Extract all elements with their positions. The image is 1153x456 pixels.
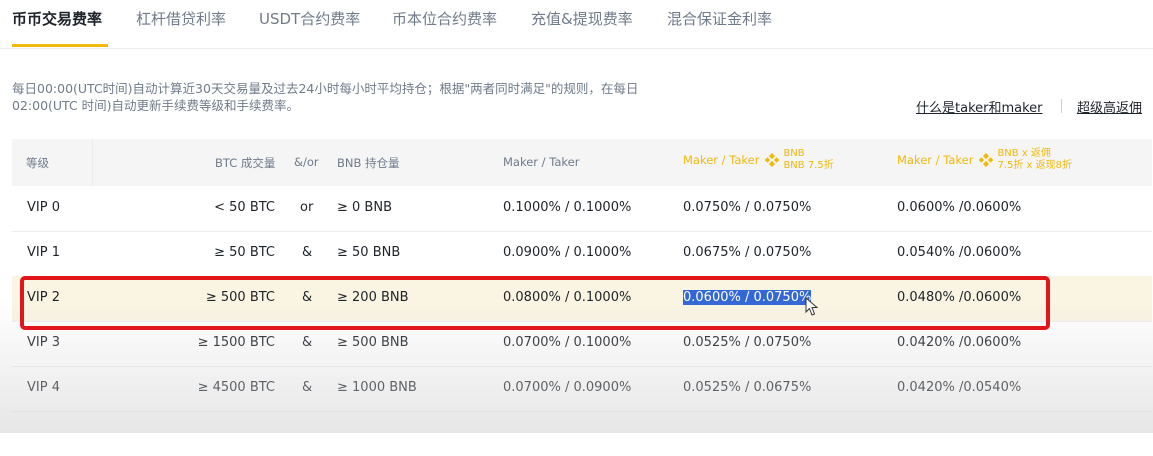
- tab-coin-futures-fee[interactable]: 币本位合约费率: [392, 8, 497, 29]
- row-maker-taker-rebate: 0.0600% /0.0600%: [897, 200, 1022, 215]
- header-rebate-discount: BNB x 返佣 7.5折 x 返现8折: [997, 148, 1072, 172]
- link-divider: [1061, 99, 1062, 113]
- header-maker-taker-bnb: Maker / Taker BNB BNB 7.5折: [683, 148, 834, 172]
- row-maker-taker-bnb: 0.0750% / 0.0750%: [683, 200, 812, 215]
- row-maker-taker: 0.0700% / 0.1000%: [503, 335, 632, 350]
- row-level: VIP 4: [27, 380, 60, 395]
- row-btc-volume: ≥ 4500 BTC: [197, 380, 275, 395]
- row-bnb-balance: ≥ 200 BNB: [337, 290, 409, 305]
- header-maker-taker-bnb-label: Maker / Taker: [683, 153, 760, 167]
- fee-description: 每日00:00(UTC时间)自动计算近30天交易量及过去24小时每小时平均持仓；…: [12, 80, 732, 114]
- row-bnb-balance: ≥ 1000 BNB: [337, 380, 417, 395]
- row-level: VIP 1: [27, 245, 60, 260]
- taker-maker-link[interactable]: 什么是taker和maker: [916, 97, 1043, 116]
- table-row-vip2: VIP 2 ≥ 500 BTC & ≥ 200 BNB 0.0800% / 0.…: [12, 276, 1152, 322]
- tab-spot-trading-fee[interactable]: 币币交易费率: [12, 8, 102, 29]
- row-operator: or: [300, 200, 314, 215]
- row-maker-taker-bnb: 0.0525% / 0.0675%: [683, 380, 812, 395]
- header-level: 等级: [26, 156, 49, 170]
- mouse-cursor-icon: [805, 297, 819, 316]
- row-operator: &: [302, 245, 313, 260]
- bnb-coin-icon: [765, 153, 780, 167]
- description-line-1: 每日00:00(UTC时间)自动计算近30天交易量及过去24小时每小时平均持仓；…: [12, 81, 639, 96]
- row-level: VIP 0: [27, 200, 60, 215]
- row-maker-taker: 0.0900% / 0.1000%: [503, 245, 632, 260]
- row-level: VIP 2: [27, 290, 60, 305]
- header-divider: [92, 139, 93, 186]
- header-bnb-discount: BNB BNB 7.5折: [783, 148, 833, 172]
- row-maker-taker-rebate: 0.0540% /0.0600%: [897, 245, 1022, 260]
- header-maker-taker-rebate: Maker / Taker BNB x 返佣 7.5折 x 返现8折: [897, 148, 1072, 172]
- row-bnb-balance: ≥ 50 BNB: [337, 245, 401, 260]
- row-maker-taker-rebate: 0.0480% /0.0600%: [897, 290, 1022, 305]
- header-btc-volume: BTC 成交量: [215, 156, 276, 170]
- table-row-vip1: VIP 1 ≥ 50 BTC & ≥ 50 BNB 0.0900% / 0.10…: [12, 231, 1152, 277]
- row-maker-taker-bnb: 0.0675% / 0.0750%: [683, 245, 812, 260]
- row-btc-volume: ≥ 500 BTC: [205, 290, 275, 305]
- table-row-vip4: VIP 4 ≥ 4500 BTC & ≥ 1000 BNB 0.0700% / …: [12, 366, 1152, 412]
- row-maker-taker: 0.1000% / 0.1000%: [503, 200, 632, 215]
- row-bnb-balance: ≥ 500 BNB: [337, 335, 409, 350]
- row-maker-taker-rebate: 0.0420% /0.0540%: [897, 380, 1022, 395]
- row-btc-volume: < 50 BTC: [214, 200, 275, 215]
- row-operator: &: [302, 335, 313, 350]
- header-maker-taker: Maker / Taker: [503, 155, 580, 169]
- table-row-partial: [12, 411, 1152, 456]
- row-maker-taker: 0.0800% / 0.1000%: [503, 290, 632, 305]
- fee-tabs: 币币交易费率 杠杆借贷利率 USDT合约费率 币本位合约费率 充值&提现费率 混…: [0, 0, 1153, 49]
- active-tab-indicator: [12, 44, 108, 47]
- tab-usdt-futures-fee[interactable]: USDT合约费率: [259, 8, 360, 29]
- table-row-vip3: VIP 3 ≥ 1500 BTC & ≥ 500 BNB 0.0700% / 0…: [12, 321, 1152, 367]
- table-row-vip0: VIP 0 < 50 BTC or ≥ 0 BNB 0.1000% / 0.10…: [12, 186, 1152, 232]
- tab-margin-borrow-rate[interactable]: 杠杆借贷利率: [136, 8, 226, 29]
- row-btc-volume: ≥ 1500 BTC: [197, 335, 275, 350]
- header-andor: &/or: [294, 155, 319, 169]
- row-btc-volume: ≥ 50 BTC: [214, 245, 275, 260]
- header-bnb-balance: BNB 持仓量: [337, 156, 400, 170]
- row-maker-taker: 0.0700% / 0.0900%: [503, 380, 632, 395]
- row-maker-taker-bnb-selected[interactable]: 0.0600% / 0.0750%: [683, 290, 812, 305]
- tab-deposit-withdraw-fee[interactable]: 充值&提现费率: [531, 8, 633, 29]
- bnb-coin-icon: [979, 153, 994, 167]
- bnb-discount-line-2: BNB 7.5折: [783, 160, 834, 171]
- rebate-discount-line-2: 7.5折 x 返现8折: [997, 160, 1072, 171]
- advanced-rebate-link[interactable]: 超级高返佣: [1077, 97, 1142, 116]
- row-level: VIP 3: [27, 335, 60, 350]
- tab-portfolio-margin-rate[interactable]: 混合保证金利率: [667, 8, 772, 29]
- row-maker-taker-rebate: 0.0420% /0.0600%: [897, 335, 1022, 350]
- bnb-discount-line-1: BNB: [783, 148, 805, 159]
- row-operator: &: [302, 380, 313, 395]
- header-maker-taker-rebate-label: Maker / Taker: [897, 153, 974, 167]
- description-line-2: 02:00(UTC 时间)自动更新手续费等级和手续费率。: [12, 98, 300, 113]
- row-bnb-balance: ≥ 0 BNB: [337, 200, 392, 215]
- fee-table-header: 等级 BTC 成交量 &/or BNB 持仓量 Maker / Taker Ma…: [12, 139, 1152, 186]
- row-maker-taker-bnb: 0.0525% / 0.0750%: [683, 335, 812, 350]
- rebate-discount-line-1: BNB x 返佣: [997, 148, 1051, 159]
- row-operator: &: [302, 290, 313, 305]
